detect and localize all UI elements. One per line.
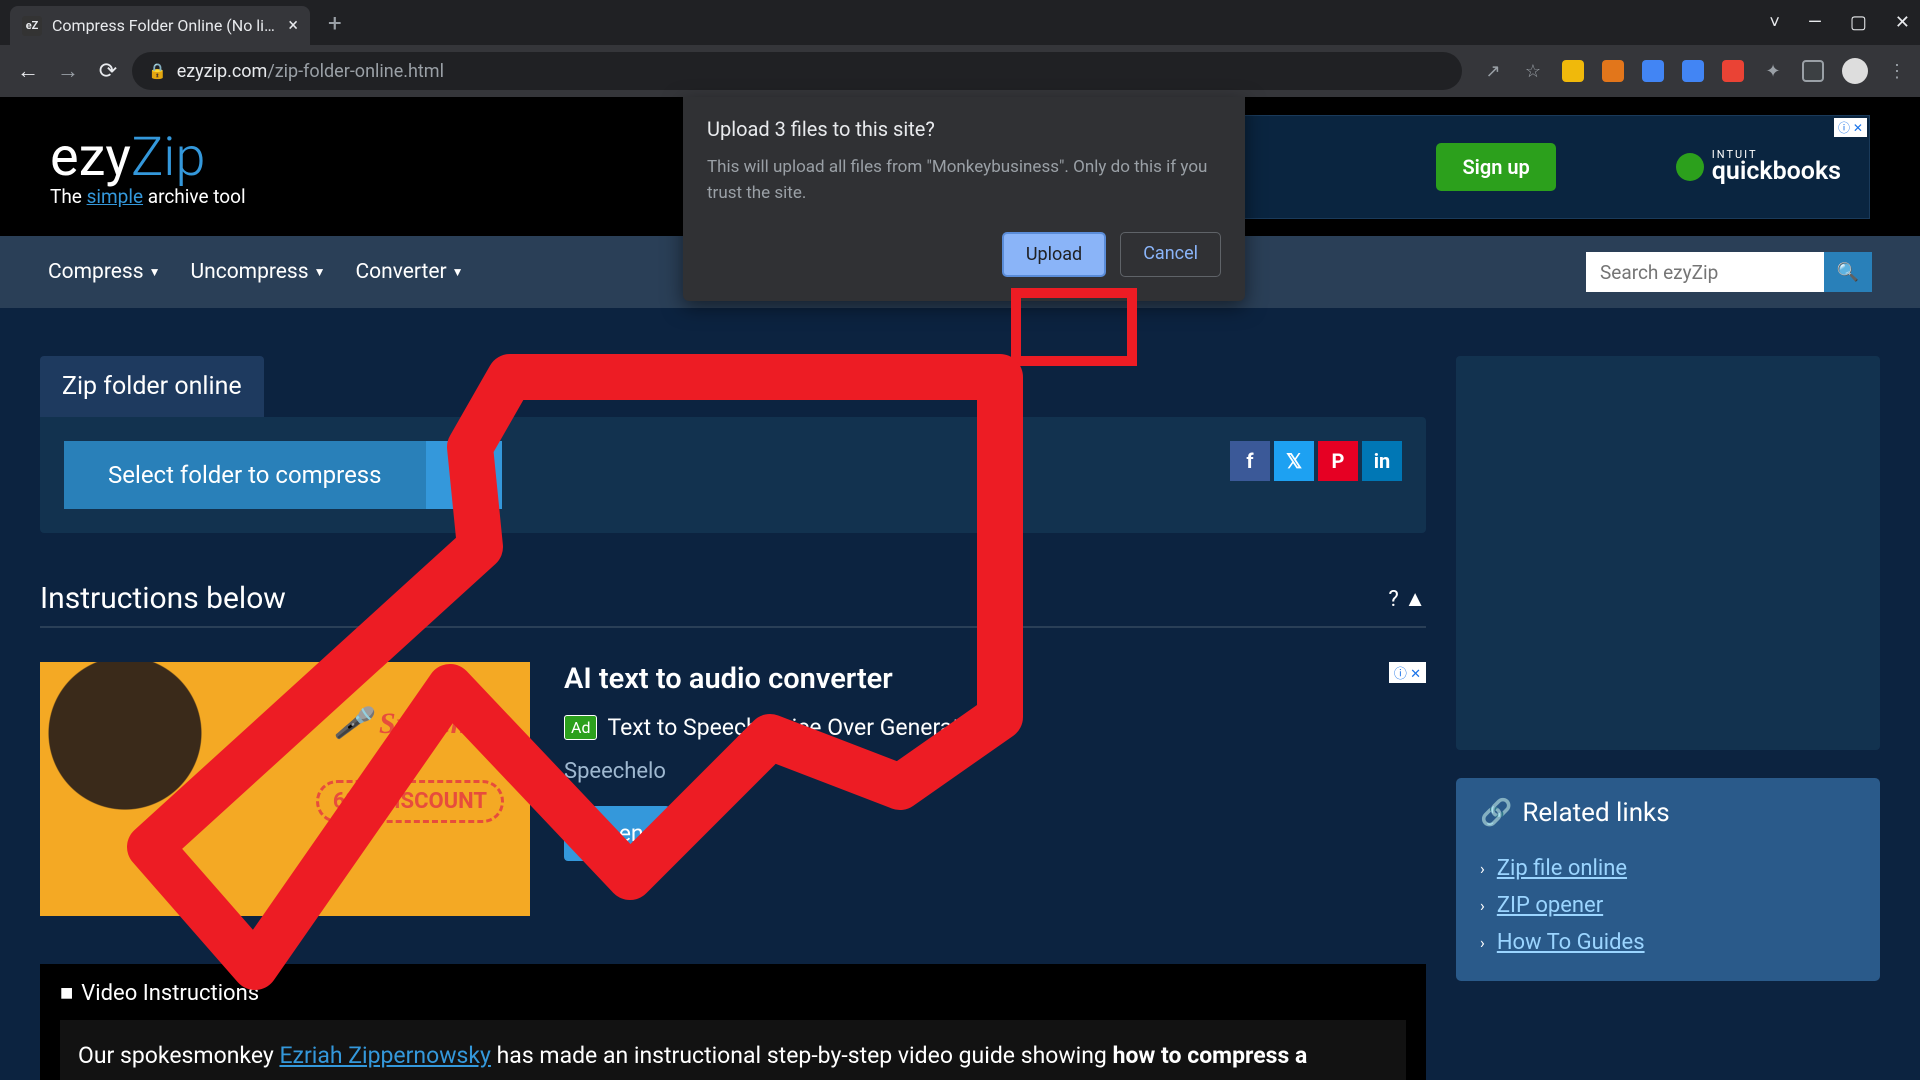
tab-title: Compress Folder Online (No limi <box>52 16 280 35</box>
nav-compress[interactable]: Compress▼ <box>48 260 160 284</box>
dropbox-icon: ⧈ <box>455 460 472 491</box>
adchoices-icon[interactable]: ⓘ ✕ <box>1389 662 1426 683</box>
ad-quickbooks-logo: INTUIT quickbooks <box>1676 148 1841 186</box>
reload-button[interactable]: ⟳ <box>92 59 124 84</box>
dialog-upload-button[interactable]: Upload <box>1002 232 1106 277</box>
extensions-icon[interactable]: ✦ <box>1762 60 1784 82</box>
sidebar-ad-slot[interactable] <box>1456 356 1880 750</box>
video-instructions-section: ■ Video Instructions Our spokesmonkey Ez… <box>40 964 1426 1080</box>
chevron-right-icon: › <box>1480 859 1485 878</box>
nav-converter[interactable]: Converter▼ <box>356 260 464 284</box>
inline-ad[interactable]: ⓘ ✕ 🎤 Speechelo 63% DISCOUNT AI text to … <box>40 662 1426 916</box>
dropbox-button[interactable]: ⧈ <box>426 441 502 509</box>
ad-subtitle: Text to Speech Voice Over Generator <box>607 714 980 741</box>
caret-down-icon: ▼ <box>452 265 464 279</box>
video-section-body: Our spokesmonkey Ezriah Zippernowsky has… <box>60 1020 1406 1080</box>
related-link-item: › How To Guides <box>1480 924 1856 961</box>
extension-icon-5[interactable] <box>1722 60 1744 82</box>
ad-badge: Ad <box>564 715 597 740</box>
action-panel: Select folder to compress ⧈ f 𝕏 P in <box>40 417 1426 533</box>
share-icon[interactable]: ↗ <box>1482 60 1504 82</box>
related-link-zip-opener[interactable]: ZIP opener <box>1497 893 1603 918</box>
browser-toolbar: ← → ⟳ 🔒 ezyzip.com/zip-folder-online.htm… <box>0 45 1920 97</box>
url-path: /zip-folder-online.html <box>267 61 444 82</box>
twitter-button[interactable]: 𝕏 <box>1274 441 1314 481</box>
address-bar[interactable]: 🔒 ezyzip.com/zip-folder-online.html <box>132 52 1462 90</box>
back-button[interactable]: ← <box>12 58 44 84</box>
lock-icon: 🔒 <box>148 62 167 80</box>
tab-favicon: eZ <box>22 16 42 36</box>
select-folder-button[interactable]: Select folder to compress <box>64 441 426 509</box>
site-search: 🔍 <box>1586 252 1872 292</box>
url-host: ezyzip.com <box>177 61 268 82</box>
linkedin-button[interactable]: in <box>1362 441 1402 481</box>
related-link-zip-file[interactable]: Zip file online <box>1497 856 1627 881</box>
ad-brand-name: Speechelo <box>564 759 981 784</box>
browser-tab[interactable]: eZ Compress Folder Online (No limi × <box>10 6 310 45</box>
logo-text-ezy: ezy <box>50 126 131 189</box>
instructions-heading: Instructions below <box>40 581 286 616</box>
ad-image: 🎤 Speechelo 63% DISCOUNT <box>40 662 530 916</box>
ad-title: AI text to audio converter <box>564 662 981 696</box>
dialog-body: This will upload all files from "Monkeyb… <box>707 155 1221 206</box>
search-input[interactable] <box>1586 252 1824 292</box>
bookmark-icon[interactable]: ☆ <box>1522 60 1544 82</box>
extension-icon-4[interactable] <box>1682 60 1704 82</box>
upload-permission-dialog: Upload 3 files to this site? This will u… <box>683 97 1245 301</box>
related-links-panel: 🔗 Related links › Zip file online › ZIP op… <box>1456 778 1880 981</box>
help-toggle[interactable]: ? ▲ <box>1388 586 1426 612</box>
nav-uncompress[interactable]: Uncompress▼ <box>190 260 325 284</box>
forward-button[interactable]: → <box>52 58 84 84</box>
dialog-cancel-button[interactable]: Cancel <box>1120 232 1221 277</box>
window-close-icon[interactable]: ✕ <box>1895 12 1910 33</box>
extension-icon-6[interactable] <box>1802 60 1824 82</box>
related-link-item: › Zip file online <box>1480 850 1856 887</box>
related-link-item: › ZIP opener <box>1480 887 1856 924</box>
caret-down-icon: ▼ <box>149 265 161 279</box>
social-share-row: f 𝕏 P in <box>1230 441 1402 509</box>
video-icon: ■ <box>60 980 73 1006</box>
related-link-howto[interactable]: How To Guides <box>1497 930 1645 955</box>
window-controls: ˅ — ▢ ✕ <box>1769 12 1910 33</box>
quickbooks-circle-icon <box>1676 153 1704 181</box>
spokesmonkey-link[interactable]: Ezriah Zippernowsky <box>279 1042 490 1069</box>
extension-icon-1[interactable] <box>1562 60 1584 82</box>
tab-bar: eZ Compress Folder Online (No limi × + ˅… <box>0 0 1920 45</box>
related-links-title: 🔗 Related links <box>1480 798 1856 828</box>
extension-icon-2[interactable] <box>1602 60 1624 82</box>
new-tab-button[interactable]: + <box>328 9 342 37</box>
facebook-button[interactable]: f <box>1230 441 1270 481</box>
video-section-header: ■ Video Instructions <box>60 980 1406 1006</box>
logo-text-zip: Zip <box>131 126 205 189</box>
tab-close-icon[interactable]: × <box>288 15 298 36</box>
ad-signup-button[interactable]: Sign up <box>1436 143 1555 191</box>
menu-icon[interactable]: ⋮ <box>1886 60 1908 82</box>
extension-icon-3[interactable] <box>1642 60 1664 82</box>
page-tab-heading[interactable]: Zip folder online <box>40 356 264 417</box>
ad-brand-overlay: 🎤 Speechelo <box>334 706 504 741</box>
search-button[interactable]: 🔍 <box>1824 252 1872 292</box>
search-icon: 🔍 <box>1837 262 1859 283</box>
window-minimize-icon[interactable]: — <box>1808 12 1822 33</box>
window-maximize-icon[interactable]: ▢ <box>1850 12 1867 33</box>
caret-down-icon: ▼ <box>314 265 326 279</box>
site-logo[interactable]: ezyZip The simple archive tool <box>50 126 246 208</box>
chevron-right-icon: › <box>1480 896 1485 915</box>
window-dropdown-icon[interactable]: ˅ <box>1769 12 1780 33</box>
pinterest-button[interactable]: P <box>1318 441 1358 481</box>
ad-open-button[interactable]: Open <box>564 806 670 861</box>
chevron-right-icon: › <box>1480 933 1485 952</box>
ad-discount-badge: 63% DISCOUNT <box>316 780 504 823</box>
adchoices-icon[interactable]: ⓘ ✕ <box>1834 118 1867 137</box>
logo-tagline-simple: simple <box>87 185 143 208</box>
link-icon: 🔗 <box>1480 798 1512 828</box>
profile-avatar[interactable] <box>1842 58 1868 84</box>
dialog-title: Upload 3 files to this site? <box>707 117 1221 141</box>
